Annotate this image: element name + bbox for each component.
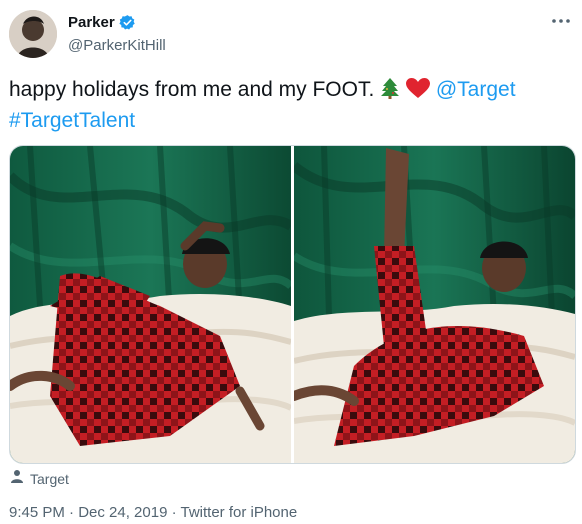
verified-badge-icon bbox=[119, 14, 136, 31]
hashtag-link[interactable]: #TargetTalent bbox=[9, 109, 135, 132]
avatar[interactable] bbox=[9, 10, 57, 58]
photo-reclining-pose[interactable] bbox=[10, 146, 291, 463]
tweet-text: happy holidays from me and my FOOT. @Tar… bbox=[9, 76, 569, 135]
tagged-label[interactable]: Target bbox=[30, 471, 69, 487]
tweet-timestamp[interactable]: 9:45 PM · Dec 24, 2019 · Twitter for iPh… bbox=[9, 504, 297, 521]
tweet-card: Parker @ParkerKitHill happy holidays fro… bbox=[0, 0, 582, 524]
mention-link[interactable]: @Target bbox=[436, 78, 516, 101]
name-row[interactable]: Parker bbox=[68, 14, 136, 31]
person-icon bbox=[10, 469, 24, 488]
ellipsis-icon[interactable] bbox=[550, 14, 572, 30]
media-grid bbox=[9, 145, 576, 464]
christmas-tree-emoji-icon bbox=[380, 77, 400, 107]
display-name[interactable]: Parker bbox=[68, 14, 115, 31]
tagged-users[interactable]: Target bbox=[10, 469, 69, 488]
tweet-body: happy holidays from me and my FOOT. bbox=[9, 78, 375, 101]
user-handle[interactable]: @ParkerKitHill bbox=[68, 37, 166, 54]
red-heart-emoji-icon bbox=[406, 78, 430, 107]
photo-leg-raised-pose[interactable] bbox=[294, 146, 575, 463]
